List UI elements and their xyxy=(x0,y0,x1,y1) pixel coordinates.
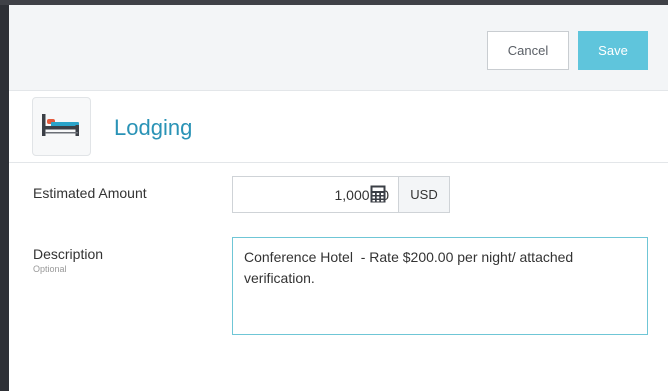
calculator-icon[interactable] xyxy=(370,185,386,203)
toolbar: Cancel Save xyxy=(9,5,668,91)
estimated-amount-label: Estimated Amount xyxy=(33,185,147,201)
amount-input-group: USD xyxy=(232,176,450,213)
description-textarea[interactable]: Conference Hotel - Rate $200.00 per nigh… xyxy=(232,237,648,335)
window-left-edge xyxy=(0,5,9,391)
amount-input[interactable] xyxy=(233,177,393,212)
page-title: Lodging xyxy=(114,115,193,140)
description-label: Description xyxy=(33,246,104,262)
cancel-button[interactable]: Cancel xyxy=(487,31,569,70)
description-optional-hint: Optional xyxy=(33,264,67,274)
bed-icon xyxy=(42,114,79,136)
save-button[interactable]: Save xyxy=(578,31,648,70)
expense-type-header: Lodging xyxy=(9,91,668,163)
expense-type-icon-box xyxy=(32,97,91,156)
currency-label: USD xyxy=(398,177,449,212)
